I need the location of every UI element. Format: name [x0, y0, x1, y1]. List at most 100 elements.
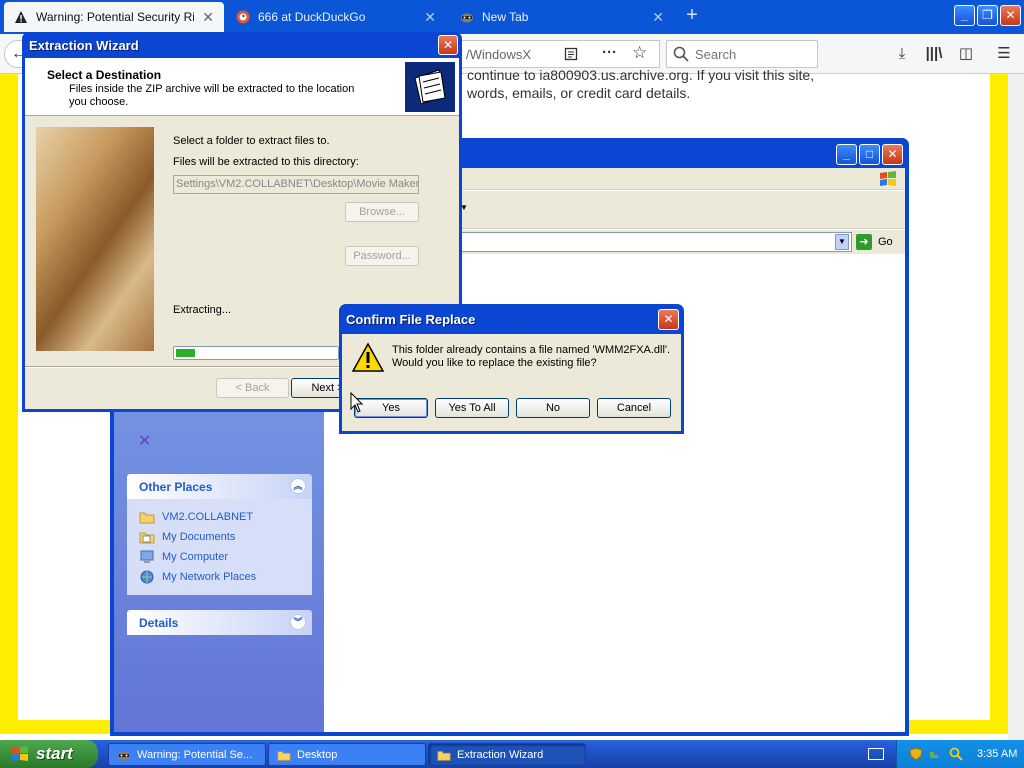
confirm-message-line-2: Would you like to replace the existing f… [392, 357, 597, 369]
taskbar-item-extraction-wizard[interactable]: Extraction Wizard [428, 743, 586, 766]
details-title: Details [139, 615, 179, 630]
network-places-icon [140, 570, 154, 584]
clock: 3:35 AM [977, 748, 1018, 760]
my-documents-icon [139, 532, 155, 544]
minimize-button[interactable]: _ [954, 5, 975, 26]
wizard-header: Select a Destination Files inside the ZI… [25, 58, 459, 116]
taskbar-item-label: Extraction Wizard [457, 748, 544, 761]
expand-icon[interactable]: ︾ [290, 614, 306, 630]
other-places-title: Other Places [139, 479, 213, 494]
confirm-message: This folder already contains a file name… [392, 344, 677, 370]
folder-icon [437, 750, 451, 761]
place-my-documents[interactable]: My Documents [139, 527, 300, 547]
search-icon [673, 46, 689, 62]
network-icon[interactable] [929, 747, 943, 761]
windows-flag-icon [12, 746, 28, 761]
library-icon[interactable]: |||\ [924, 44, 944, 64]
place-vm2-collabnet[interactable]: VM2.COLLABNET [139, 507, 300, 527]
menu-icon[interactable]: ☰ [994, 44, 1014, 64]
tab-new-tab[interactable]: New Tab ✕ [450, 2, 674, 32]
extraction-progress-bar [173, 346, 339, 360]
tab-strip: Warning: Potential Security Risk Ahead ✕… [0, 0, 1024, 34]
windows-logo-icon [880, 171, 896, 186]
sidebar-toggle-icon[interactable]: ◫ [956, 44, 976, 64]
start-button[interactable]: start [0, 740, 98, 768]
explorer-close-button[interactable]: ✕ [882, 144, 903, 165]
mouse-cursor-icon [350, 392, 364, 413]
tab-label: Warning: Potential Security Risk Ahead [36, 10, 195, 24]
place-my-network-places[interactable]: My Network Places [139, 567, 300, 587]
taskbar-item-desktop[interactable]: Desktop [268, 743, 426, 766]
place-my-computer[interactable]: My Computer [139, 547, 300, 567]
cancel-button[interactable]: Cancel [597, 398, 671, 418]
taskbar: start Warning: Potential Se... Desktop E… [0, 740, 1024, 768]
reader-view-icon[interactable] [564, 47, 578, 61]
tab-security-warning[interactable]: Warning: Potential Security Risk Ahead ✕ [4, 2, 224, 32]
warning-border-left [0, 74, 18, 734]
taskbar-item-firefox[interactable]: Warning: Potential Se... [108, 743, 266, 766]
confirm-title: Confirm File Replace [346, 312, 476, 327]
browse-button[interactable]: Browse... [345, 202, 419, 222]
url-text: /WindowsX [466, 46, 532, 62]
destination-path-field[interactable]: Settings\VM2.COLLABNET\Desktop\Movie Mak… [173, 175, 419, 194]
yes-button[interactable]: Yes [354, 398, 428, 418]
warning-border-right [990, 74, 1008, 734]
other-places-panel: Other Places ︽ VM2.COLLABNET My Document… [127, 474, 312, 595]
collapse-icon[interactable]: ︽ [290, 478, 306, 494]
dir-label: Files will be extracted to this director… [173, 156, 359, 168]
password-button[interactable]: Password... [345, 246, 419, 266]
wizard-side-image [36, 127, 154, 351]
wizard-subheading: Files inside the ZIP archive will be ext… [69, 83, 355, 108]
downloads-icon[interactable]: ⤓ [892, 44, 912, 64]
wizard-heading: Select a Destination [47, 68, 162, 82]
tab-close-icon[interactable]: ✕ [652, 9, 664, 26]
system-tray: 3:35 AM [896, 740, 1024, 768]
close-button[interactable]: ✕ [1000, 5, 1021, 26]
go-button[interactable]: ➜ Go [856, 232, 900, 252]
other-places-list: VM2.COLLABNET My Documents My Computer M… [127, 499, 312, 595]
place-label: My Computer [162, 551, 229, 563]
page-scrollbar[interactable] [1008, 74, 1024, 740]
wizard-title: Extraction Wizard [29, 38, 139, 53]
tab-label: 666 at DuckDuckGo [258, 10, 366, 24]
tab-duckduckgo[interactable]: 666 at DuckDuckGo ✕ [226, 2, 446, 32]
new-tab-button[interactable]: + [680, 4, 704, 28]
security-shield-icon[interactable] [909, 747, 923, 761]
confirm-body: This folder already contains a file name… [342, 334, 681, 431]
tab-label: New Tab [482, 10, 529, 24]
explorer-minimize-button[interactable]: _ [836, 144, 857, 165]
wizard-close-button[interactable]: ✕ [438, 35, 458, 55]
search-input[interactable] [695, 46, 805, 62]
no-button[interactable]: No [516, 398, 590, 418]
yes-to-all-button[interactable]: Yes To All [435, 398, 509, 418]
search-box[interactable] [666, 40, 818, 68]
warning-text-line-2: words, emails, or credit card details. [467, 85, 691, 101]
my-computer-icon [140, 550, 154, 563]
warning-triangle-icon [352, 342, 384, 372]
tab-close-icon[interactable]: ✕ [202, 9, 214, 26]
bookmark-star-icon[interactable]: ☆ [632, 43, 647, 63]
page-actions-icon[interactable]: ··· [602, 44, 617, 61]
confirm-message-line-1: This folder already contains a file name… [392, 344, 671, 356]
go-arrow-icon: ➜ [856, 234, 872, 250]
details-panel: Details ︾ [127, 610, 312, 635]
other-places-header[interactable]: Other Places ︽ [127, 474, 312, 499]
go-label: Go [878, 236, 893, 248]
confirm-close-button[interactable]: ✕ [658, 309, 679, 330]
url-bar[interactable]: /WindowsX ··· ☆ [460, 40, 660, 68]
search-icon[interactable] [949, 747, 963, 761]
tab-close-icon[interactable]: ✕ [424, 9, 436, 26]
folder-icon [139, 512, 155, 524]
address-dropdown-icon[interactable]: ▼ [835, 234, 849, 250]
back-button[interactable]: < Back [216, 378, 289, 398]
raccoon-icon [461, 13, 473, 23]
restore-button[interactable]: ❐ [977, 5, 998, 26]
raccoon-icon [118, 751, 130, 760]
place-label: My Documents [162, 531, 236, 543]
folders-icon [405, 62, 455, 112]
duckduckgo-icon [236, 10, 250, 24]
details-header[interactable]: Details ︾ [127, 610, 312, 635]
explorer-maximize-button[interactable]: □ [859, 144, 880, 165]
keyboard-icon[interactable] [868, 748, 884, 760]
delete-icon[interactable]: ✕ [138, 431, 151, 451]
